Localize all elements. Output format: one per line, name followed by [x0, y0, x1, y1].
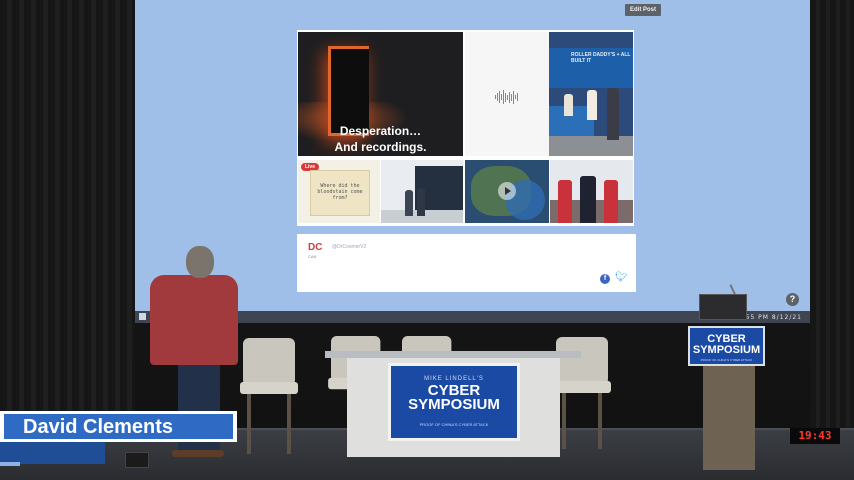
tv-banner-text: ROLLER DADDY'S + ALL BUILT IT: [571, 52, 631, 64]
slide-card: Desperation… And recordings. ROLLER DADD…: [297, 30, 634, 226]
floor-camera: [125, 452, 149, 468]
footer-handle[interactable]: @DrCoomerV2: [332, 244, 366, 250]
podium-sign: CYBER SYMPOSIUM PROOF OF CHINA'S CYBER A…: [688, 326, 765, 366]
studio-tile[interactable]: [381, 160, 463, 223]
tile-caption-line1: Desperation…: [339, 124, 422, 138]
facebook-icon[interactable]: f: [600, 274, 610, 284]
help-icon[interactable]: ?: [786, 293, 799, 306]
countdown-clock: 19:43: [790, 428, 840, 444]
audio-tile[interactable]: [465, 32, 549, 156]
taskbar-clock: 9:55 PM 8/12/21: [737, 314, 802, 321]
waveform-icon: [495, 90, 521, 104]
speaker-name: David Clements: [23, 416, 174, 438]
person: [604, 180, 618, 223]
desk-tagline: PROOF OF CHINA'S CYBER ATTACK: [419, 422, 489, 427]
right-curtain: [810, 0, 854, 430]
tile-caption-line2: And recordings.: [334, 140, 427, 154]
person: [607, 88, 619, 140]
podium-title-line2: SYMPOSIUM: [692, 344, 761, 356]
typed-note: Where did the bloodstain come from?: [310, 170, 370, 216]
person: [564, 94, 573, 116]
person: [417, 188, 425, 216]
crowd-tile[interactable]: [550, 160, 633, 223]
bloodstain-tile[interactable]: Live Where did the bloodstain come from?: [298, 160, 380, 223]
typed-note-text: Where did the bloodstain come from?: [317, 183, 363, 201]
person: [587, 90, 597, 120]
post-footer: DC CAN @DrCoomerV2 f 🐦︎: [297, 234, 636, 292]
speaker-head: [186, 246, 214, 278]
podium: [703, 362, 755, 470]
tv-floor: [549, 136, 633, 156]
podium-tagline: PROOF OF CHINA'S CYBER ATTACK: [700, 358, 753, 362]
person: [405, 190, 413, 216]
speaker-shoes: [172, 450, 224, 457]
lower-third-bar: [0, 442, 105, 464]
lower-third-accent: [0, 462, 20, 466]
speaker-jacket: [150, 275, 238, 365]
windows-logo-icon[interactable]: [139, 313, 146, 320]
desk-logo-panel: MIKE LINDELL'S CYBER SYMPOSIUM PROOF OF …: [388, 363, 520, 441]
play-icon[interactable]: [498, 182, 516, 200]
left-curtain: [0, 0, 135, 430]
desk-title-line2: SYMPOSIUM: [408, 396, 500, 413]
person: [558, 180, 572, 223]
desk-top: [325, 351, 581, 358]
door-image: [328, 46, 369, 136]
twitter-icon[interactable]: 🐦︎: [615, 273, 628, 283]
footer-logo: DC: [308, 242, 323, 253]
person: [580, 176, 596, 223]
speaker-name-lower-third: David Clements: [0, 411, 237, 442]
map-video-tile[interactable]: [465, 160, 549, 223]
desperation-tile[interactable]: Desperation… And recordings.: [298, 32, 463, 156]
edit-post-button[interactable]: Edit Post: [625, 4, 661, 16]
tv-studio-tile[interactable]: ROLLER DADDY'S + ALL BUILT IT: [549, 32, 633, 156]
tv-banner: ROLLER DADDY'S + ALL BUILT IT: [549, 48, 633, 88]
footer-logo-sub: CAN: [308, 254, 317, 259]
laptop: [699, 294, 747, 320]
